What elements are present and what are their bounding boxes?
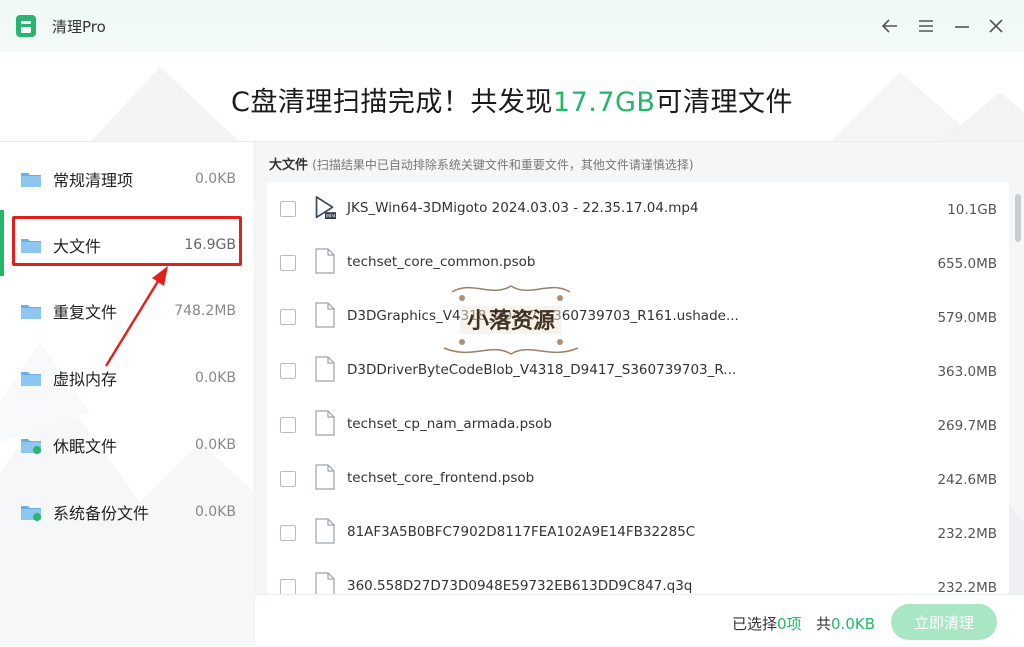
file-size: 232.2MB bbox=[937, 526, 997, 542]
file-icon bbox=[315, 302, 335, 328]
row-checkbox[interactable] bbox=[280, 255, 296, 271]
scan-result-header: C盘清理扫描完成！共发现17.7GB可清理文件 bbox=[0, 52, 1024, 142]
file-list: MP4 JKS_Win64-3DMigoto 2024.03.03 - 22.3… bbox=[267, 182, 1009, 594]
sidebar-item-size: 0.0KB bbox=[194, 504, 236, 520]
sidebar-item-size: 0.0KB bbox=[194, 370, 236, 386]
minimize-icon[interactable] bbox=[950, 14, 974, 38]
file-panel: 大文件 (扫描结果中已自动排除系统关键文件和重要文件，其他文件请谨慎选择) MP… bbox=[255, 142, 1024, 594]
video-file-icon: MP4 bbox=[315, 196, 336, 220]
action-footer: 已选择0项 共0.0KB 立即清理 bbox=[255, 594, 1024, 647]
section-title: 大文件 bbox=[269, 158, 309, 173]
file-row[interactable]: MP4 JKS_Win64-3DMigoto 2024.03.03 - 22.3… bbox=[267, 182, 1009, 236]
sidebar-item-size: 0.0KB bbox=[194, 437, 236, 453]
sidebar-item-size: 0.0KB bbox=[194, 171, 236, 187]
row-checkbox[interactable] bbox=[280, 417, 296, 433]
sidebar-item-general[interactable]: 常规清理项 0.0KB bbox=[0, 146, 254, 212]
file-row[interactable]: D3DDriverByteCodeBlob_V4318_D9417_S36073… bbox=[267, 344, 1009, 398]
row-checkbox[interactable] bbox=[280, 309, 296, 325]
file-row[interactable]: techset_cp_nam_armada.psob 269.7MB bbox=[267, 398, 1009, 452]
scan-result-title: C盘清理扫描完成！共发现17.7GB可清理文件 bbox=[231, 87, 793, 118]
file-size: 10.1GB bbox=[947, 202, 997, 218]
sidebar-item-label: 常规清理项 bbox=[53, 171, 134, 190]
file-size: 242.6MB bbox=[937, 472, 997, 488]
file-name: D3DDriverByteCodeBlob_V4318_D9417_S36073… bbox=[347, 362, 737, 378]
file-icon bbox=[315, 464, 335, 490]
file-row[interactable]: 81AF3A5B0BFC7902D8117FEA102A9E14FB32285C… bbox=[267, 506, 1009, 560]
sidebar-item-system-backup[interactable]: 系统备份文件 0.0KB bbox=[0, 479, 254, 545]
section-hint: (扫描结果中已自动排除系统关键文件和重要文件，其他文件请谨慎选择) bbox=[312, 158, 694, 172]
svg-text:MP4: MP4 bbox=[326, 214, 336, 220]
file-name: JKS_Win64-3DMigoto 2024.03.03 - 22.35.17… bbox=[347, 200, 699, 216]
back-arrow-icon[interactable] bbox=[878, 14, 902, 38]
row-checkbox[interactable] bbox=[280, 363, 296, 379]
file-row[interactable]: techset_core_frontend.psob 242.6MB bbox=[267, 452, 1009, 506]
file-row[interactable]: techset_core_common.psob 655.0MB bbox=[267, 236, 1009, 290]
section-header: 大文件 (扫描结果中已自动排除系统关键文件和重要文件，其他文件请谨慎选择) bbox=[269, 154, 694, 173]
file-name: techset_core_frontend.psob bbox=[347, 470, 535, 486]
highlight-box bbox=[12, 216, 242, 266]
sidebar-item-label: 休眠文件 bbox=[53, 437, 118, 456]
annotation-arrow bbox=[104, 266, 168, 367]
app-title: 清理Pro bbox=[52, 18, 106, 36]
folder-icon bbox=[21, 305, 41, 319]
file-size: 232.2MB bbox=[937, 580, 997, 594]
close-icon[interactable] bbox=[984, 14, 1008, 38]
file-icon bbox=[315, 248, 335, 274]
row-checkbox[interactable] bbox=[280, 525, 296, 541]
folder-icon bbox=[21, 439, 41, 454]
file-row[interactable]: D3DGraphics_V4318_D9417_S360739703_R161.… bbox=[267, 290, 1009, 344]
found-size: 17.7GB bbox=[552, 87, 656, 118]
sidebar-item-hibernation[interactable]: 休眠文件 0.0KB bbox=[0, 412, 254, 478]
file-name: techset_core_common.psob bbox=[347, 254, 536, 270]
row-checkbox[interactable] bbox=[280, 471, 296, 487]
watermark-logo: 小落资源 bbox=[443, 285, 579, 355]
row-checkbox[interactable] bbox=[280, 201, 296, 217]
category-sidebar: 常规清理项 0.0KB 大文件 16.9GB 重复文件 748.2MB 虚拟内存… bbox=[0, 142, 255, 646]
file-size: 655.0MB bbox=[937, 256, 997, 272]
file-row[interactable]: 360.558D27D73D0948E59732EB613DD9C847.q3q… bbox=[267, 560, 1009, 594]
selected-count: 已选择0项 bbox=[732, 615, 802, 633]
sidebar-item-size: 748.2MB bbox=[174, 303, 236, 319]
clean-now-button[interactable]: 立即清理 bbox=[891, 604, 997, 640]
file-size: 269.7MB bbox=[937, 418, 997, 434]
file-icon bbox=[315, 572, 335, 594]
hamburger-icon[interactable] bbox=[914, 14, 938, 38]
title-bar: 清理Pro bbox=[0, 0, 1024, 52]
scrollbar[interactable] bbox=[1015, 194, 1021, 242]
file-size: 579.0MB bbox=[937, 310, 997, 326]
svg-text:小落资源: 小落资源 bbox=[467, 309, 555, 334]
file-icon bbox=[315, 356, 335, 382]
sidebar-item-label: 系统备份文件 bbox=[53, 504, 150, 523]
selected-total: 共0.0KB bbox=[816, 615, 875, 633]
file-icon bbox=[315, 518, 335, 544]
app-logo-icon bbox=[16, 15, 36, 37]
file-name: 360.558D27D73D0948E59732EB613DD9C847.q3q bbox=[347, 578, 693, 594]
file-icon bbox=[315, 410, 335, 436]
folder-icon bbox=[21, 506, 41, 521]
folder-icon bbox=[21, 372, 41, 386]
file-name: 81AF3A5B0BFC7902D8117FEA102A9E14FB32285C bbox=[347, 524, 696, 540]
file-name: techset_cp_nam_armada.psob bbox=[347, 416, 553, 432]
folder-icon bbox=[21, 173, 41, 187]
active-indicator bbox=[0, 210, 4, 276]
file-size: 363.0MB bbox=[937, 364, 997, 380]
row-checkbox[interactable] bbox=[280, 579, 296, 594]
